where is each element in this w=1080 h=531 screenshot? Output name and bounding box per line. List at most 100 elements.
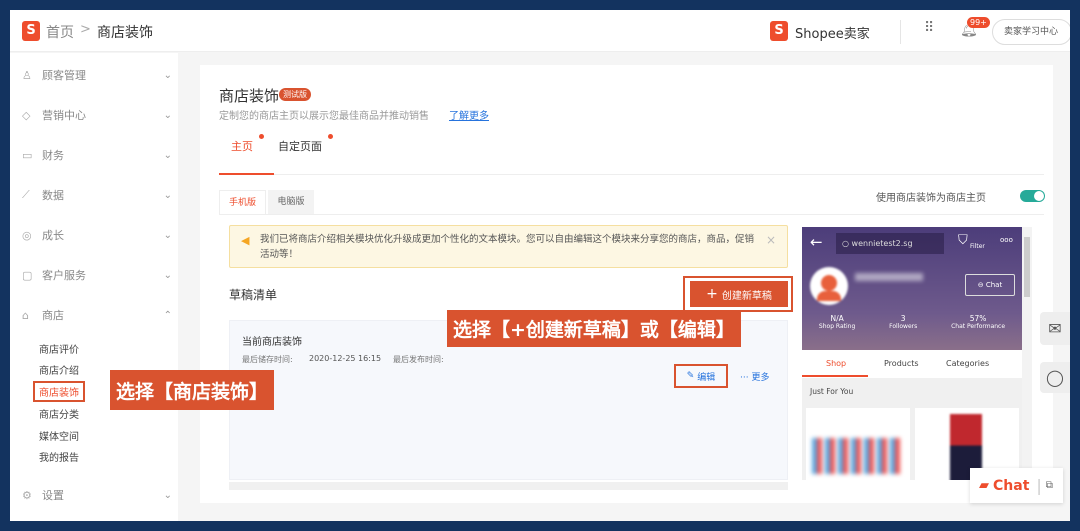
plus-icon: + <box>706 286 718 302</box>
beta-badge: 测试版 <box>279 88 311 101</box>
page-title: 商店装饰 <box>219 87 280 105</box>
sidebar-item-label: 顾客管理 <box>42 69 86 82</box>
saved-label: 最后储存时间: <box>242 355 293 364</box>
sidebar-item-customer-service[interactable]: ▢ 客户服务 ⌄ <box>22 265 172 285</box>
sidebar-item-marketing[interactable]: ◇ 营销中心 ⌄ <box>22 105 172 125</box>
create-draft-button[interactable]: + 创建新草稿 <box>690 281 788 307</box>
stat-rating: N/A Shop Rating <box>819 314 855 330</box>
chat-icon: ▰ <box>979 478 989 493</box>
sidebar-item-settings[interactable]: ⚙ 设置 ⌄ <box>22 485 172 505</box>
more-label: 更多 <box>751 373 770 383</box>
sidebar-sub-shop-reviews[interactable]: 商店评价 <box>39 341 79 356</box>
tab-custom-pages[interactable]: 自定页面 <box>278 138 322 154</box>
just-for-you-heading: Just For You <box>810 387 854 396</box>
shop-decoration-card: 商店装饰 测试版 定制您的商店主页以展示您最佳商品并推动销售 了解更多 主页 自… <box>200 65 1053 503</box>
shopee-logo[interactable]: S <box>22 21 40 41</box>
stat-label: Followers <box>889 323 918 330</box>
sidebar-item-finance[interactable]: ▭ 财务 ⌄ <box>22 145 172 165</box>
stat-value: 57% <box>969 314 987 323</box>
published-label: 最后发布时间: <box>393 355 444 364</box>
sidebar-sub-media-space[interactable]: 媒体空间 <box>39 428 79 443</box>
notification-badge: 99+ <box>967 17 990 28</box>
back-arrow-icon[interactable]: ← <box>810 233 823 251</box>
notice-text: 我们已将商店介绍相关模块优化升级成更加个性化的文本模块。您可以自由编辑这个模块来… <box>260 234 755 260</box>
breadcrumb-home[interactable]: 首页 <box>46 22 74 42</box>
filter-icon[interactable]: ⛉ <box>958 233 968 248</box>
preview-tab-categories[interactable]: Categories <box>946 359 989 368</box>
stat-chat-performance: 57% Chat Performance <box>951 314 1005 330</box>
product-card[interactable] <box>806 408 910 480</box>
subtab-mobile[interactable]: 手机版 <box>219 190 266 215</box>
toggle-label: 使用商店装饰为商店主页 <box>876 193 986 204</box>
chevron-down-icon: ⌄ <box>163 489 172 501</box>
subtab-desktop[interactable]: 电脑版 <box>268 190 314 214</box>
pencil-icon: ✎ <box>686 371 695 381</box>
preview-search-text: wennietest2.sg <box>851 239 913 248</box>
sidebar-item-data[interactable]: ⟋ 数据 ⌄ <box>22 185 172 205</box>
product-image <box>812 438 902 474</box>
stat-followers: 3 Followers <box>889 314 917 330</box>
apps-grid-icon[interactable]: ⠿ <box>924 20 934 36</box>
sidebar-item-label: 客户服务 <box>42 269 86 282</box>
use-decoration-toggle[interactable] <box>1020 190 1045 202</box>
breadcrumb-separator: > <box>80 22 91 37</box>
breadcrumb-current: 商店装饰 <box>97 25 153 41</box>
chart-icon: ⟋ <box>22 188 30 201</box>
preview-chat-label: Chat <box>985 281 1003 289</box>
stat-value: N/A <box>830 314 844 323</box>
notice-banner: ◀ 我们已将商店介绍相关模块优化升级成更加个性化的文本模块。您可以自由编辑这个模… <box>229 225 788 268</box>
chevron-down-icon: ⌄ <box>163 109 172 121</box>
preview-tab-shop[interactable]: Shop <box>826 359 846 368</box>
chevron-down-icon: ⌄ <box>163 229 172 241</box>
preview-tabs: Shop Products Categories <box>802 350 1022 378</box>
app-window: S 首页 > 商店装饰 S Shopee卖家 ⠿ 🔔︎ 99+ 卖家学习中心 ♙… <box>10 10 1070 521</box>
learning-center-button[interactable]: 卖家学习中心 <box>992 19 1070 45</box>
sidebar-item-label: 数据 <box>42 189 64 202</box>
gear-icon: ⚙ <box>22 488 32 502</box>
chevron-down-icon: ⌄ <box>163 269 172 281</box>
tab-dot <box>328 134 333 139</box>
subtab-divider <box>219 214 1044 215</box>
more-button[interactable]: ··· 更多 <box>740 370 769 383</box>
more-icon[interactable]: ooo <box>1000 236 1013 244</box>
create-draft-label: 创建新草稿 <box>721 290 772 302</box>
sidebar-item-label: 财务 <box>42 149 64 162</box>
search-icon: ○ <box>842 239 852 248</box>
minimize-icon[interactable]: ⧉ <box>1046 480 1053 491</box>
sidebar-item-growth[interactable]: ◎ 成长 ⌄ <box>22 225 172 245</box>
learn-more-link[interactable]: 了解更多 <box>449 107 489 122</box>
sidebar-sub-shop-categories[interactable]: 商店分类 <box>39 406 79 421</box>
preview-scrollbar[interactable] <box>1022 227 1032 480</box>
sidebar-item-shop[interactable]: ⌂ 商店 ⌃ <box>22 305 172 325</box>
close-icon[interactable]: × <box>766 233 776 247</box>
chat-label: Chat <box>993 477 1030 494</box>
chevron-up-icon: ⌃ <box>163 309 172 321</box>
message-icon: ▢ <box>22 268 33 282</box>
scrollbar-thumb[interactable] <box>1024 237 1030 297</box>
support-icon[interactable]: ◯ <box>1040 362 1070 393</box>
sidebar-sub-my-reports[interactable]: 我的报告 <box>39 449 79 464</box>
mobile-preview: ← ○ wennietest2.sg ⛉ Filter ooo ⊖ Chat N… <box>802 227 1022 480</box>
preview-tab-products[interactable]: Products <box>884 359 919 368</box>
preview-chat-button[interactable]: ⊖ Chat <box>965 274 1015 296</box>
preview-search[interactable]: ○ wennietest2.sg <box>836 233 944 254</box>
mail-icon[interactable]: ✉ <box>1040 312 1070 345</box>
sidebar-sub-shop-decoration[interactable]: 商店装饰 <box>33 381 85 402</box>
drafts-title: 草稿清单 <box>229 288 278 302</box>
brand-name: Shopee卖家 <box>795 27 870 42</box>
sidebar-sub-shop-intro[interactable]: 商店介绍 <box>39 362 79 377</box>
blurred-shop-name <box>855 273 923 281</box>
edit-button[interactable]: ✎ 编辑 <box>674 364 728 388</box>
sidebar-item-customers[interactable]: ♙ 顾客管理 ⌄ <box>22 65 172 85</box>
draft-name: 当前商店装饰 <box>242 337 302 348</box>
wallet-icon: ▭ <box>22 148 33 162</box>
tab-home[interactable]: 主页 <box>231 138 253 154</box>
saved-time: 2020-12-25 16:15 <box>309 354 382 363</box>
tab-dot <box>259 134 264 139</box>
chat-widget[interactable]: ▰ Chat | ⧉ <box>970 468 1063 503</box>
callout-create-or-edit: 选择【+创建新草稿】或【编辑】 <box>447 310 741 347</box>
preview-header: ← ○ wennietest2.sg ⛉ Filter ooo ⊖ Chat N… <box>802 227 1022 350</box>
horizontal-scrollbar[interactable] <box>229 482 788 490</box>
edit-label: 编辑 <box>697 372 716 383</box>
shop-avatar <box>810 267 848 305</box>
